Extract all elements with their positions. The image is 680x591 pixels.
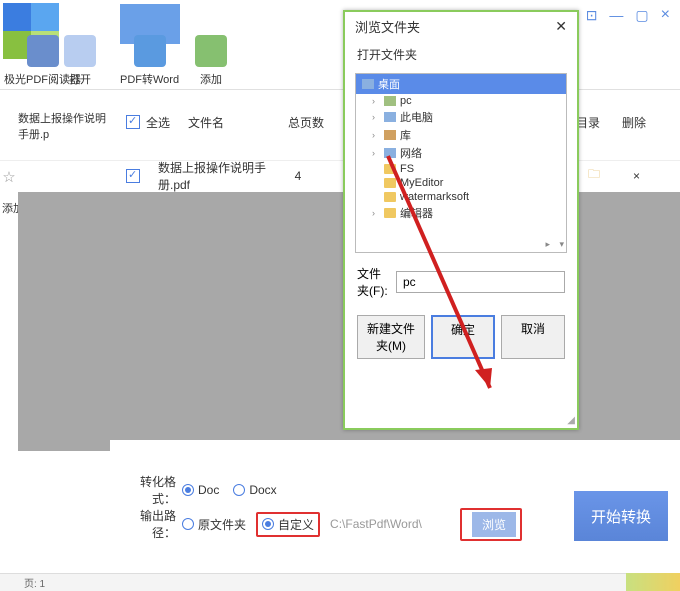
col-delete: 删除 [622,114,646,131]
ok-button[interactable]: 确定 [431,315,495,359]
doc-label: Doc [198,483,219,497]
folder-tree[interactable]: 桌面 ›pc ›此电脑 ›库 ›网络 FS MyEditor watermark… [355,73,567,253]
cancel-button[interactable]: 取消 [501,315,565,359]
tree-label: MyEditor [400,177,443,189]
folder-name-row: 文件夹(F): [345,259,577,305]
page-indicator: 页: 1 [24,575,45,590]
custom-label: 自定义 [278,516,314,533]
tree-label: 网络 [400,145,422,161]
add-button[interactable]: 添加 [195,35,227,87]
window-controls: ⊡ — ▢ × [586,6,670,24]
folder-input[interactable] [396,271,565,293]
tree-label: 库 [400,127,411,143]
tree-item-pc[interactable]: ›pc [356,94,566,108]
add-label: 添加 [200,74,222,86]
col-filename: 文件名 [188,114,288,131]
bottom-panel: 转化格式： Doc Docx 输出路径： 原文件夹 自定义 C:\FastPdf… [120,473,674,573]
tree-label: watermarksoft [400,191,469,203]
tree-item-editor[interactable]: ›编辑器 [356,204,566,222]
dialog-subtitle: 打开文件夹 [345,40,577,67]
tree-item-watermarksoft[interactable]: watermarksoft [356,190,566,204]
tree-label: FS [400,163,414,175]
folder-label: 文件夹(F): [357,265,390,299]
radio-origfolder[interactable] [182,518,194,530]
toword-button[interactable]: PDF转Word [120,35,179,87]
scroll-down-icon[interactable]: ▾ [559,239,564,250]
minimize-icon[interactable]: — [609,7,623,23]
delete-row-icon[interactable]: × [633,169,640,183]
row-checkbox[interactable] [126,169,140,183]
open-button[interactable]: 打开 [64,35,96,87]
dialog-titlebar: 浏览文件夹 ✕ [345,12,577,40]
select-all-label: 全选 [146,114,170,131]
dialog-close-icon[interactable]: ✕ [555,18,567,35]
tree-item-myeditor[interactable]: MyEditor [356,176,566,190]
status-bar: 页: 1 [0,573,680,591]
tree-item-libs[interactable]: ›库 [356,126,566,144]
dialog-title: 浏览文件夹 [355,17,420,36]
scroll-right-icon[interactable]: ▸ [545,239,550,250]
dialog-button-row: 新建文件夹(M) 确定 取消 [345,305,577,367]
radio-custom[interactable] [262,518,274,530]
tree-label: pc [400,95,412,107]
close-icon[interactable]: × [661,6,670,24]
tree-root[interactable]: 桌面 [356,74,566,94]
tree-label: 此电脑 [400,109,433,125]
radio-docx[interactable] [233,484,245,496]
maximize-icon[interactable]: ▢ [635,7,648,24]
custom-highlight: 自定义 [256,512,320,537]
browse-highlight: 浏览 [460,508,522,541]
decoration-icon [626,573,680,591]
tree-label: 编辑器 [400,205,433,221]
breadcrumb-tab[interactable]: 数据上报操作说明手册.p [18,110,113,142]
tree-item-network[interactable]: ›网络 [356,144,566,162]
new-folder-button[interactable]: 新建文件夹(M) [357,315,425,359]
feedback-icon[interactable]: ⊡ [586,7,598,24]
origfolder-label: 原文件夹 [198,516,246,533]
select-all-checkbox[interactable] [126,115,140,129]
tree-item-thispc[interactable]: ›此电脑 [356,108,566,126]
browse-folder-dialog: 浏览文件夹 ✕ 打开文件夹 桌面 ›pc ›此电脑 ›库 ›网络 FS MyEd… [343,10,579,430]
resize-grip-icon[interactable]: ◢ [567,415,575,426]
file-name: 数据上报操作说明手册.pdf [158,159,278,193]
open-label: 打开 [69,74,91,86]
logo-icon [3,3,59,31]
output-label: 输出路径： [120,507,176,541]
open-folder-icon[interactable]: 🗀 [588,165,600,186]
tree-root-label: 桌面 [378,76,400,92]
start-convert-button[interactable]: 开始转换 [574,491,668,541]
format-label: 转化格式： [120,473,176,507]
output-path: C:\FastPdf\Word\ [330,517,460,531]
file-pages: 4 [278,169,318,183]
browse-button[interactable]: 浏览 [472,512,516,537]
radio-doc[interactable] [182,484,194,496]
docx-label: Docx [249,483,276,497]
tree-item-fs[interactable]: FS [356,162,566,176]
toword-label: PDF转Word [120,74,179,86]
